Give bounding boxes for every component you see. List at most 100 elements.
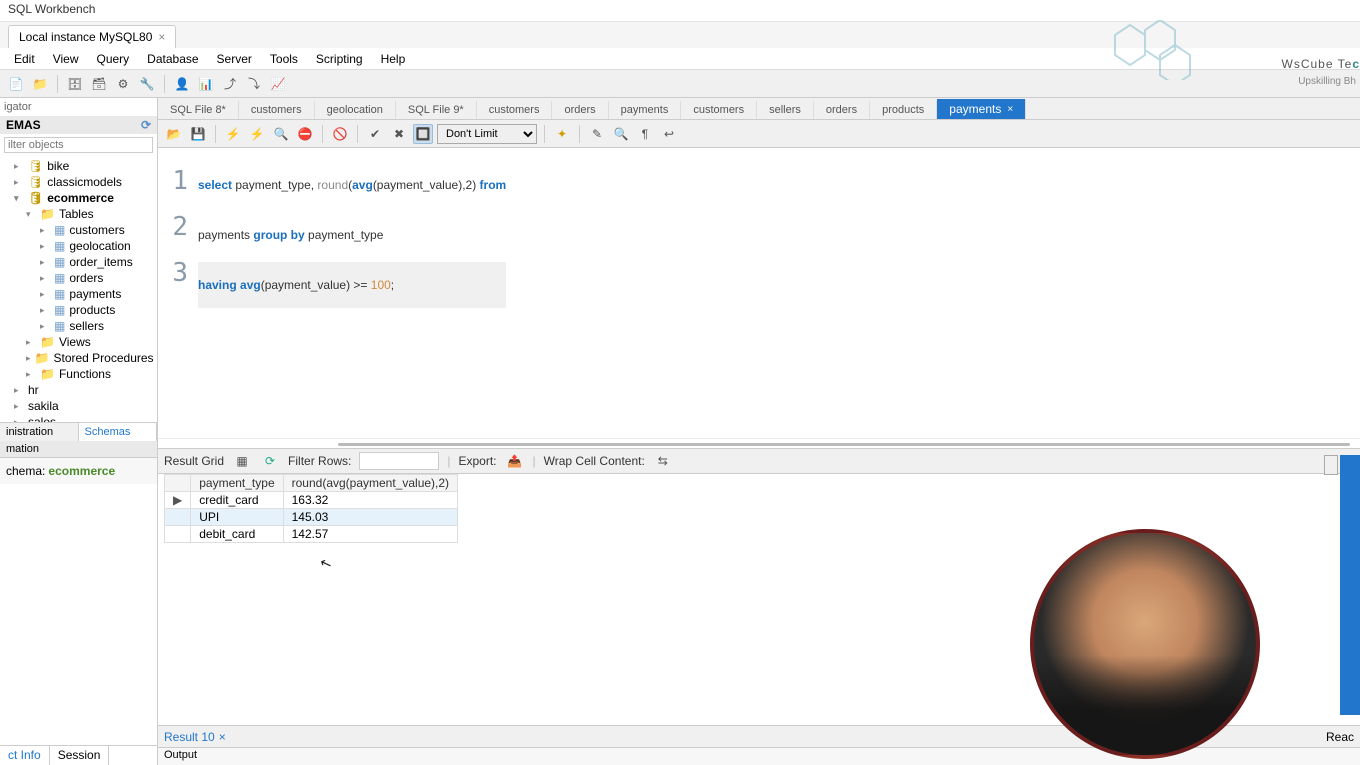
- file-tab[interactable]: payments: [609, 101, 682, 119]
- refresh-icon[interactable]: ⟳: [260, 451, 280, 471]
- information-header: mation: [0, 441, 157, 457]
- col-header[interactable]: payment_type: [191, 475, 283, 492]
- file-tab[interactable]: sellers: [757, 101, 814, 119]
- tab-schemas[interactable]: Schemas: [79, 423, 158, 441]
- file-tab[interactable]: SQL File 9*: [396, 101, 477, 119]
- right-tool-strip[interactable]: [1340, 455, 1360, 715]
- menu-view[interactable]: View: [45, 50, 87, 68]
- close-icon[interactable]: ×: [219, 730, 226, 744]
- users-icon[interactable]: 👤: [172, 74, 192, 94]
- new-sql-icon[interactable]: 📄: [6, 74, 26, 94]
- menu-database[interactable]: Database: [139, 50, 206, 68]
- cell[interactable]: 163.32: [283, 492, 457, 509]
- close-icon[interactable]: ×: [158, 30, 165, 44]
- schema-sales[interactable]: ▸sales: [0, 414, 157, 422]
- wrap-icon[interactable]: ↩: [659, 124, 679, 144]
- menu-edit[interactable]: Edit: [6, 50, 43, 68]
- rollback-icon[interactable]: ✖: [389, 124, 409, 144]
- close-icon[interactable]: ×: [1007, 104, 1013, 115]
- invisible-icon[interactable]: ¶: [635, 124, 655, 144]
- file-tab[interactable]: customers: [681, 101, 757, 119]
- table-order-items[interactable]: ▸▦order_items: [0, 254, 157, 270]
- splitter[interactable]: [158, 438, 1360, 448]
- brand-tagline: Upskilling Bh: [1298, 76, 1356, 87]
- cell[interactable]: 142.57: [283, 526, 457, 543]
- export-icon[interactable]: ⤴: [220, 74, 240, 94]
- tables-folder[interactable]: ▾📁Tables: [0, 206, 157, 222]
- menu-help[interactable]: Help: [373, 50, 414, 68]
- open-sql-icon[interactable]: 📁: [30, 74, 50, 94]
- menu-scripting[interactable]: Scripting: [308, 50, 371, 68]
- code-content[interactable]: select payment_type, round(avg(payment_v…: [198, 148, 506, 438]
- procs-folder[interactable]: ▸📁Stored Procedures: [0, 350, 157, 366]
- file-tab[interactable]: customers: [239, 101, 315, 119]
- schema-hr[interactable]: ▸hr: [0, 382, 157, 398]
- dashboard-icon[interactable]: 📈: [268, 74, 288, 94]
- table-products[interactable]: ▸▦products: [0, 302, 157, 318]
- db-add-icon[interactable]: 🗃: [89, 74, 109, 94]
- table-geolocation[interactable]: ▸▦geolocation: [0, 238, 157, 254]
- menu-tools[interactable]: Tools: [262, 50, 306, 68]
- execute-icon[interactable]: ⚡: [223, 124, 243, 144]
- stop-query-icon[interactable]: 🚫: [330, 124, 350, 144]
- file-tab-active[interactable]: payments ×: [937, 99, 1026, 119]
- commit-icon[interactable]: ✔: [365, 124, 385, 144]
- db-sync-icon[interactable]: ⚙: [113, 74, 133, 94]
- wrap-toggle-icon[interactable]: ⇆: [653, 451, 673, 471]
- table-row[interactable]: UPI 145.03: [165, 509, 458, 526]
- separator: |: [447, 454, 450, 468]
- views-folder[interactable]: ▸📁Views: [0, 334, 157, 350]
- connection-tab[interactable]: Local instance MySQL80 ×: [8, 25, 176, 48]
- table-payments[interactable]: ▸▦payments: [0, 286, 157, 302]
- find-icon[interactable]: ✎: [587, 124, 607, 144]
- file-tab[interactable]: geolocation: [315, 101, 396, 119]
- file-tab[interactable]: orders: [552, 101, 608, 119]
- menu-query[interactable]: Query: [88, 50, 137, 68]
- schema-sakila[interactable]: ▸sakila: [0, 398, 157, 414]
- schema-bike[interactable]: ▸🛢bike: [0, 158, 157, 174]
- filter-rows-input[interactable]: [359, 452, 439, 470]
- table-row[interactable]: debit_card 142.57: [165, 526, 458, 543]
- tab-administration[interactable]: inistration: [0, 423, 79, 441]
- import-icon[interactable]: ⤵: [244, 74, 264, 94]
- explain-icon[interactable]: 🔍: [271, 124, 291, 144]
- sql-editor[interactable]: 123 select payment_type, round(avg(payme…: [158, 148, 1360, 438]
- db-model-icon[interactable]: 🔧: [137, 74, 157, 94]
- status-icon[interactable]: 📊: [196, 74, 216, 94]
- search-icon[interactable]: 🔍: [611, 124, 631, 144]
- panel-toggle-icon[interactable]: [1324, 455, 1338, 475]
- tab-session[interactable]: Session: [50, 746, 110, 765]
- filter-input[interactable]: [4, 137, 153, 153]
- refresh-icon[interactable]: ⟳: [141, 118, 151, 132]
- beautify-icon[interactable]: ✦: [552, 124, 572, 144]
- cell[interactable]: debit_card: [191, 526, 283, 543]
- export-icon[interactable]: 📤: [505, 451, 525, 471]
- cell[interactable]: credit_card: [191, 492, 283, 509]
- db-icon[interactable]: 🗄: [65, 74, 85, 94]
- menu-server[interactable]: Server: [209, 50, 260, 68]
- execute-step-icon[interactable]: ⚡: [247, 124, 267, 144]
- file-tab[interactable]: orders: [814, 101, 870, 119]
- tab-object-info[interactable]: ct Info: [0, 746, 50, 765]
- file-tab[interactable]: customers: [477, 101, 553, 119]
- open-file-icon[interactable]: 📂: [164, 124, 184, 144]
- table-sellers[interactable]: ▸▦sellers: [0, 318, 157, 334]
- autocommit-icon[interactable]: 🔲: [413, 124, 433, 144]
- col-header[interactable]: round(avg(payment_value),2): [283, 475, 457, 492]
- cell[interactable]: UPI: [191, 509, 283, 526]
- funcs-folder[interactable]: ▸📁Functions: [0, 366, 157, 382]
- grid-icon[interactable]: ▦: [232, 451, 252, 471]
- cell[interactable]: 145.03: [283, 509, 457, 526]
- result-table[interactable]: payment_type round(avg(payment_value),2)…: [164, 474, 458, 543]
- schema-classicmodels[interactable]: ▸🛢classicmodels: [0, 174, 157, 190]
- file-tab[interactable]: products: [870, 101, 937, 119]
- file-tab[interactable]: SQL File 8*: [158, 101, 239, 119]
- stop-icon[interactable]: ⛔: [295, 124, 315, 144]
- table-customers[interactable]: ▸▦customers: [0, 222, 157, 238]
- table-orders[interactable]: ▸▦orders: [0, 270, 157, 286]
- limit-select[interactable]: Don't Limit: [437, 124, 537, 144]
- table-row[interactable]: ▶ credit_card 163.32: [165, 492, 458, 509]
- save-icon[interactable]: 💾: [188, 124, 208, 144]
- result-tab[interactable]: Result 10 ×: [164, 730, 226, 744]
- schema-ecommerce[interactable]: ▾🛢ecommerce: [0, 190, 157, 206]
